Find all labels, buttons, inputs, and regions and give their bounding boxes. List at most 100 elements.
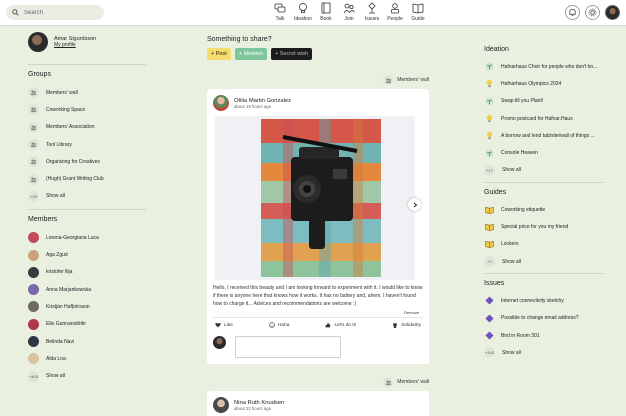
my-profile-link[interactable]: My profile [54,42,96,48]
nav-book-label: Book [320,16,332,22]
next-image-button[interactable] [408,198,421,211]
feed-group-label: Members' wall [397,379,429,385]
groups-list: Members' wall Coworking Space Members' A… [28,84,148,205]
nav-people-label: People [387,16,403,22]
profile-card: Amar Sigurdsson My profile [28,32,148,52]
member-item[interactable]: Kristján Hafþórsson [28,298,148,315]
sprout-icon [484,61,495,72]
avatar[interactable] [213,95,229,111]
book-icon [321,2,331,14]
add-ideation-button[interactable]: + Ideation [234,48,268,60]
divider [28,64,146,65]
bell-icon [569,8,576,17]
issue-item[interactable]: Internet connectivity sketchy [484,292,608,309]
members-show-all[interactable]: +403 Show all [28,367,148,384]
member-name: Belinda Navi [46,338,75,345]
member-item[interactable]: Belinda Navi [28,333,148,350]
avatar [213,336,226,349]
member-item[interactable]: Alda Loa [28,350,148,367]
member-item[interactable]: Anna Marjankowska [28,281,148,298]
guides-list: Coworking etiquette Special price for yo… [484,201,608,270]
nav-people[interactable]: People [385,2,405,22]
nav-guide[interactable]: Guide [408,2,428,22]
group-icon [28,173,39,185]
post-author[interactable]: Nina Ruth Knudsen [234,400,284,406]
guide-item[interactable]: Coworking etiquette [484,201,608,218]
ideation-item[interactable]: Swap till you Plant! [484,93,608,110]
group-item[interactable]: Tool Library [28,136,148,153]
ideation-show-all[interactable]: +17 Show all [484,162,608,179]
nav-join[interactable]: Join [339,2,359,22]
avatar [28,266,39,278]
issue-item[interactable]: Bird in Room 301 [484,327,608,344]
issue-item[interactable]: Possible to change email address? [484,310,608,327]
solidarity-button[interactable]: Solidarity [392,322,421,328]
comment-input[interactable] [235,336,341,358]
member-name: Aga Zgud [46,252,68,259]
feed-group-tag[interactable]: Members' wall [207,376,429,388]
nav-book[interactable]: Book [316,2,336,22]
member-item[interactable]: Elio Gunnarsdóttir [28,316,148,333]
feed-group-tag[interactable]: Members' wall [207,74,429,86]
group-item[interactable]: Members' wall [28,84,148,101]
like-button[interactable]: Like [215,322,233,328]
show-all-count: +7 [484,256,495,268]
add-secret-wish-button[interactable]: + Secret wish [271,48,313,60]
user-avatar-button[interactable] [605,5,620,20]
nav-issues[interactable]: Issues [362,2,382,22]
member-name: Lorena-Georgiana Luca [46,234,99,241]
lets-do-it-button[interactable]: Let's do it! [325,322,356,328]
groups-show-all[interactable]: +29 Show all [28,188,148,205]
nav-talk[interactable]: Talk [270,2,290,22]
member-item[interactable]: Lorena-Georgiana Luca [28,229,148,246]
open-book-icon [484,204,495,215]
solidarity-label: Solidarity [401,322,421,328]
group-item[interactable]: Coworking Space [28,101,148,118]
member-name: Elio Gunnarsdóttir [46,321,87,328]
avatar [28,318,39,330]
ideation-item[interactable]: A borrow and lend tab/site/wall of thing… [484,127,608,144]
nav-issues-label: Issues [364,16,380,22]
guides-show-all[interactable]: +7 Show all [484,253,608,270]
haha-button[interactable]: Haha [269,322,289,328]
like-label: Like [224,322,233,328]
remove-post-link[interactable]: Remove [213,310,419,315]
feed: Something to share? + Post + Ideation + … [207,36,429,416]
show-all-label: Show all [502,349,521,356]
show-all-count: +29 [28,190,39,202]
avatar[interactable] [28,32,48,52]
ideation-item[interactable]: Promo postcard for Hafnar.Haus [484,110,608,127]
group-item[interactable]: Members' Association [28,119,148,136]
sprout-icon [484,148,495,159]
settings-button[interactable] [585,5,600,20]
post-text: Hello, I received this beauty and I am l… [213,285,423,307]
ideation-item[interactable]: Hafnarhaus Olympics 2024 [484,75,608,92]
post-author[interactable]: Otilia Martin Gonzalez [234,98,291,104]
group-item[interactable]: Organizing for Creatives [28,153,148,170]
ideation-item[interactable]: Console Heaven [484,144,608,161]
sprout-icon [484,96,495,107]
search-bar[interactable] [6,5,104,20]
person-icon [391,3,399,14]
avatar[interactable] [213,397,229,413]
nav-talk-label: Talk [275,16,285,22]
search-input[interactable] [24,9,94,16]
guide-item[interactable]: Special price for you my friend [484,218,608,235]
group-icon [28,104,39,116]
post-image[interactable] [215,116,421,280]
guide-item[interactable]: Lockers [484,236,608,253]
lightbulb-icon [484,113,495,124]
issues-show-all[interactable]: +143 Show all [484,344,608,361]
heart-icon [215,322,221,328]
ideation-item[interactable]: Hafnarhaus Choir for people who don't kn… [484,58,608,75]
notifications-button[interactable] [565,5,580,20]
group-icon [28,87,39,99]
member-item[interactable]: kristofer lilja [28,264,148,281]
lightbulb-icon [484,78,495,89]
nav-ideation-label: Ideation [294,16,312,22]
group-item[interactable]: (Hugh) Grant Writing Club [28,170,148,187]
member-item[interactable]: Aga Zgud [28,246,148,263]
add-post-button[interactable]: + Post [207,48,231,60]
nav-ideation[interactable]: Ideation [293,2,313,22]
members-title: Members [28,216,58,224]
